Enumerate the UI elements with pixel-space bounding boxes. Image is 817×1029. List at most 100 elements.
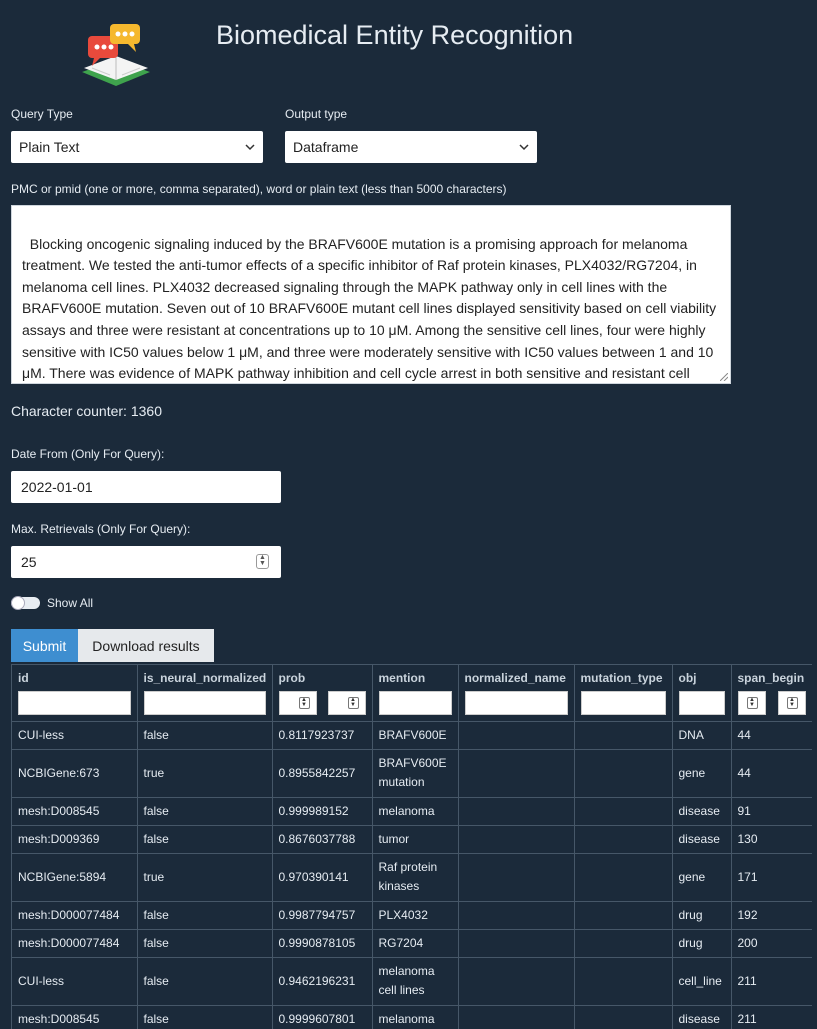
character-counter: Character counter: 1360 (11, 403, 162, 419)
table-cell: false (137, 901, 273, 930)
filter-input[interactable] (378, 691, 452, 715)
table-cell: 0.9999607801 (272, 1005, 373, 1029)
filter-input[interactable] (678, 691, 725, 715)
chevron-down-icon (245, 144, 255, 151)
number-stepper-icon[interactable]: ▲ ▼ (256, 554, 269, 569)
table-cell: mesh:D000077484 (12, 901, 138, 930)
table-cell: drug (672, 929, 732, 958)
table-cell: false (137, 957, 273, 1006)
filter-min-input[interactable]: ▲ ▼ (278, 691, 317, 715)
query-type-label: Query Type (11, 107, 73, 121)
column-header[interactable]: obj (672, 665, 732, 722)
input-textarea[interactable]: Blocking oncogenic signaling induced by … (11, 205, 731, 384)
table-cell (458, 929, 575, 958)
table-cell: false (137, 929, 273, 958)
table-row[interactable]: mesh:D000077484 false 0.9987794757 PLX4032 d… (12, 901, 812, 930)
table-row[interactable]: CUI-less false 0.8117923737 BRAFV600E DNA 44 (12, 721, 812, 750)
table-cell: disease (672, 825, 732, 854)
resize-handle-icon[interactable] (720, 373, 728, 381)
table-cell: gene (672, 749, 732, 798)
table-cell: false (137, 721, 273, 750)
output-type-label: Output type (285, 107, 348, 121)
table-cell: melanoma cell lines (372, 957, 459, 1006)
table-cell (458, 721, 575, 750)
table-row[interactable]: mesh:D008545 false 0.999989152 melanoma dise… (12, 797, 812, 826)
table-row[interactable]: CUI-less false 0.9462196231 melanoma cell l… (12, 957, 812, 1006)
table-cell: melanoma (372, 1005, 459, 1029)
table-row[interactable]: mesh:D009369 false 0.8676037788 tumor diseas… (12, 825, 812, 854)
table-cell (574, 929, 673, 958)
max-retrievals-value: 25 (21, 554, 37, 570)
table-cell: false (137, 797, 273, 826)
table-cell: true (137, 749, 273, 798)
query-type-select[interactable]: Plain Text (11, 131, 263, 163)
column-header[interactable]: id (12, 665, 138, 722)
table-cell: false (137, 1005, 273, 1029)
output-type-select[interactable]: Dataframe (285, 131, 537, 163)
table-cell (458, 901, 575, 930)
filter-max-input[interactable]: ▲ ▼ (327, 691, 366, 715)
table-cell: 0.9990878105 (272, 929, 373, 958)
table-cell: mesh:D008545 (12, 1005, 138, 1029)
table-cell (458, 957, 575, 1006)
table-cell: 0.970390141 (272, 853, 373, 902)
show-all-toggle[interactable] (11, 596, 40, 610)
filter-input[interactable] (580, 691, 666, 715)
table-row[interactable]: mesh:D000077484 false 0.9990878105 RG7204 dr… (12, 929, 812, 958)
table-cell (574, 797, 673, 826)
table-cell: false (137, 825, 273, 854)
table-row[interactable]: mesh:D008545 false 0.9999607801 melanoma dis… (12, 1005, 812, 1029)
table-cell: NCBIGene:673 (12, 749, 138, 798)
column-header[interactable]: is_neural_normalized (137, 665, 273, 722)
table-cell: 0.999989152 (272, 797, 373, 826)
table-cell: cell_line (672, 957, 732, 1006)
show-all-label: Show All (47, 596, 94, 610)
column-header[interactable]: prob ▲ ▼ ▲ ▼ (272, 665, 373, 722)
table-cell (458, 797, 575, 826)
table-cell: 0.8676037788 (272, 825, 373, 854)
table-row[interactable]: NCBIGene:673 true 0.8955842257 BRAFV600E mu… (12, 749, 812, 798)
table-cell: 0.9462196231 (272, 957, 373, 1006)
toggle-knob (11, 596, 25, 610)
table-cell: melanoma (372, 797, 459, 826)
table-cell (458, 1005, 575, 1029)
table-cell: mesh:D008545 (12, 797, 138, 826)
table-row[interactable]: NCBIGene:5894 true 0.970390141 Raf protein … (12, 853, 812, 902)
column-header[interactable]: mention (372, 665, 459, 722)
filter-input[interactable] (464, 691, 568, 715)
filter-max-input[interactable]: ▲ ▼ (777, 691, 806, 715)
table-cell: 211 (731, 957, 812, 1006)
table-cell (574, 957, 673, 1006)
table-cell: BRAFV600E (372, 721, 459, 750)
table-cell: drug (672, 901, 732, 930)
query-type-value: Plain Text (19, 139, 80, 155)
book-chat-icon (82, 24, 150, 86)
table-cell: 0.9987794757 (272, 901, 373, 930)
table-cell (458, 825, 575, 854)
table-cell (574, 901, 673, 930)
table-cell (574, 853, 673, 902)
page-title: Biomedical Entity Recognition (216, 20, 574, 50)
table-cell: tumor (372, 825, 459, 854)
download-results-button[interactable]: Download results (78, 629, 214, 662)
table-cell (458, 749, 575, 798)
table-cell: CUI-less (12, 721, 138, 750)
submit-button[interactable]: Submit (11, 629, 78, 662)
filter-min-input[interactable]: ▲ ▼ (737, 691, 766, 715)
table-cell: 91 (731, 797, 812, 826)
table-cell (458, 853, 575, 902)
column-header[interactable]: span_begin ▲ ▼ ▲ ▼ (731, 665, 812, 722)
results-table: id is_neural_normalized prob ▲ ▼ ▲ ▼ mentio… (11, 664, 812, 1029)
date-from-value: 2022-01-01 (21, 479, 93, 495)
filter-input[interactable] (143, 691, 266, 715)
column-header[interactable]: mutation_type (574, 665, 673, 722)
filter-input[interactable] (18, 691, 131, 715)
max-retrievals-input[interactable]: 25 ▲ ▼ (11, 546, 281, 578)
table-cell: disease (672, 1005, 732, 1029)
table-cell: CUI-less (12, 957, 138, 1006)
date-from-input[interactable]: 2022-01-01 (11, 471, 281, 503)
table-cell (574, 1005, 673, 1029)
table-cell: gene (672, 853, 732, 902)
table-cell: 192 (731, 901, 812, 930)
column-header[interactable]: normalized_name (458, 665, 575, 722)
